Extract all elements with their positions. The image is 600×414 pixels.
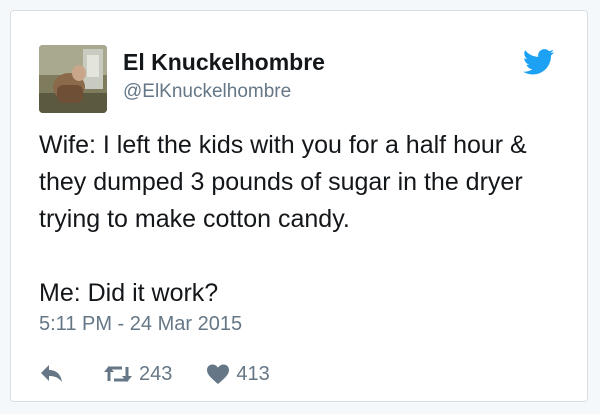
avatar[interactable] — [39, 45, 107, 113]
retweet-button[interactable]: 243 — [103, 363, 172, 386]
timestamp[interactable]: 5:11 PM - 24 Mar 2015 — [39, 313, 242, 336]
user-handle[interactable]: @ElKnuckelhombre — [123, 81, 291, 103]
reply-icon — [41, 365, 62, 382]
display-name[interactable]: El Knuckelhombre — [123, 49, 325, 76]
heart-icon — [207, 364, 230, 384]
tweet-text-line: they dumped 3 pounds of sugar in the dry… — [39, 168, 523, 196]
like-count: 413 — [236, 362, 270, 385]
twitter-bird-icon[interactable] — [523, 49, 555, 75]
retweet-icon — [104, 366, 132, 382]
tweet-text-line: trying to make cotton candy. — [39, 205, 350, 233]
tweet-card: El Knuckelhombre @ElKnuckelhombre Wife: … — [10, 10, 588, 402]
avatar-image — [39, 45, 107, 113]
tweet-text-line: Wife: I left the kids with you for a hal… — [39, 131, 527, 159]
retweet-count: 243 — [139, 362, 173, 385]
tweet-text: Wife: I left the kids with you for a hal… — [39, 127, 579, 312]
reply-button[interactable] — [39, 363, 65, 385]
like-button[interactable]: 413 — [206, 362, 270, 386]
tweet-text-line: Me: Did it work? — [39, 279, 219, 307]
action-bar: 243 413 — [39, 359, 270, 389]
